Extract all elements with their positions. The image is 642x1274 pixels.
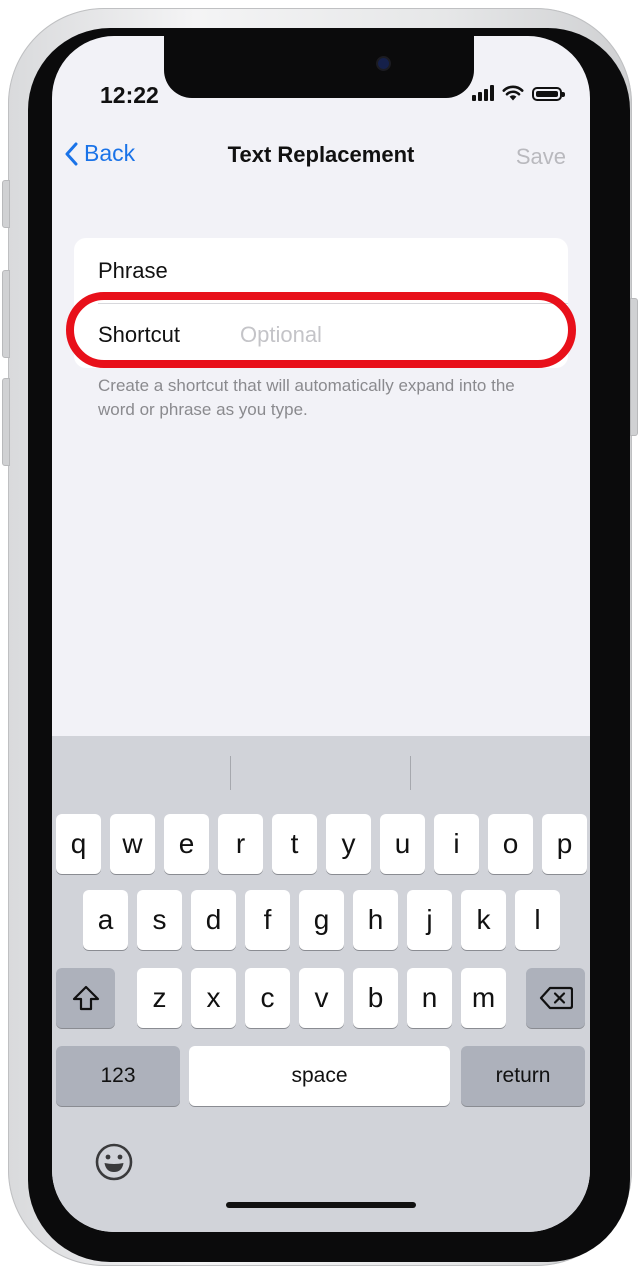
emoji-icon[interactable] [94, 1142, 134, 1182]
shortcut-footer-note: Create a shortcut that will automaticall… [98, 376, 515, 419]
key-i[interactable]: i [434, 814, 479, 874]
notch [164, 36, 474, 98]
shortcut-label: Shortcut [98, 322, 180, 347]
key-j[interactable]: j [407, 890, 452, 950]
key-z[interactable]: z [137, 968, 182, 1028]
key-a[interactable]: a [83, 890, 128, 950]
screen: 12:22 Back Text Replacement Save Phrase … [52, 36, 590, 1232]
prediction-separator [230, 756, 231, 790]
key-w[interactable]: w [110, 814, 155, 874]
keyboard-row-4: 123 space return [52, 1046, 590, 1106]
text-replacement-form: Phrase Shortcut [74, 238, 568, 368]
key-u[interactable]: u [380, 814, 425, 874]
volume-up-button [2, 270, 10, 358]
key-r[interactable]: r [218, 814, 263, 874]
shortcut-row[interactable]: Shortcut [98, 310, 538, 360]
key-h[interactable]: h [353, 890, 398, 950]
side-button [630, 298, 638, 436]
wifi-icon [502, 85, 524, 101]
prediction-separator [410, 756, 411, 790]
volume-down-button [2, 378, 10, 466]
keyboard-row-3: z x c v b n m [52, 968, 590, 1028]
key-o[interactable]: o [488, 814, 533, 874]
key-v[interactable]: v [299, 968, 344, 1028]
predictive-text-bar [52, 736, 590, 808]
save-button[interactable]: Save [516, 144, 566, 170]
delete-key[interactable] [526, 968, 585, 1028]
status-time: 12:22 [100, 82, 159, 108]
home-indicator[interactable] [226, 1202, 416, 1208]
key-f[interactable]: f [245, 890, 290, 950]
key-c[interactable]: c [245, 968, 290, 1028]
key-e[interactable]: e [164, 814, 209, 874]
key-l[interactable]: l [515, 890, 560, 950]
shift-icon [72, 985, 99, 1011]
key-d[interactable]: d [191, 890, 236, 950]
key-m[interactable]: m [461, 968, 506, 1028]
shift-key[interactable] [56, 968, 115, 1028]
mute-switch [2, 180, 10, 228]
key-p[interactable]: p [542, 814, 587, 874]
key-t[interactable]: t [272, 814, 317, 874]
cellular-signal-icon [472, 85, 494, 101]
key-s[interactable]: s [137, 890, 182, 950]
return-key[interactable]: return [461, 1046, 585, 1106]
key-x[interactable]: x [191, 968, 236, 1028]
key-b[interactable]: b [353, 968, 398, 1028]
shortcut-input[interactable] [240, 322, 490, 348]
page-title: Text Replacement [227, 142, 415, 167]
front-camera [378, 58, 389, 69]
row-divider [98, 303, 568, 304]
space-key[interactable]: space [189, 1046, 450, 1106]
delete-icon [539, 986, 573, 1010]
status-icons [472, 84, 565, 101]
phrase-row[interactable]: Phrase [98, 246, 168, 296]
key-y[interactable]: y [326, 814, 371, 874]
key-g[interactable]: g [299, 890, 344, 950]
phrase-label: Phrase [98, 258, 168, 283]
key-n[interactable]: n [407, 968, 452, 1028]
battery-icon [532, 87, 565, 101]
keyboard-row-2: a s d f g h j k l [52, 890, 590, 950]
numbers-key[interactable]: 123 [56, 1046, 180, 1106]
keyboard-row-1: q w e r t y u i o p [52, 814, 590, 874]
key-q[interactable]: q [56, 814, 101, 874]
navigation-bar: Back Text Replacement Save [52, 136, 590, 180]
key-k[interactable]: k [461, 890, 506, 950]
